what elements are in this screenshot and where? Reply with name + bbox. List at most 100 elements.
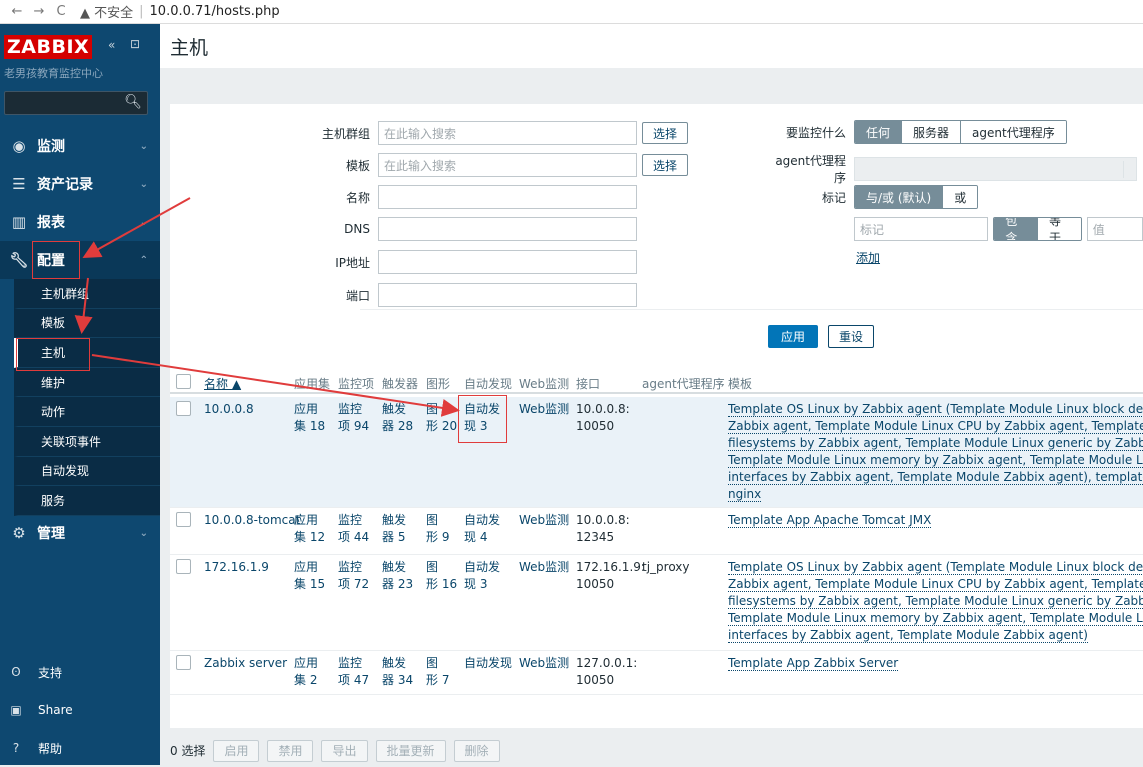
web-monitoring-link[interactable]: Web监测	[519, 512, 569, 529]
menu-share[interactable]: ▣ Share	[0, 691, 160, 729]
applications-link[interactable]: 应用集 2	[294, 655, 318, 689]
tag-name-input[interactable]: 标记	[854, 217, 989, 241]
template-link[interactable]: nginx	[728, 487, 762, 502]
items-link[interactable]: 监控项 47	[338, 655, 369, 689]
tag-value-input[interactable]: 值	[1086, 217, 1143, 241]
template-link[interactable]: Zabbix agent, Template Module Linux CPU …	[728, 419, 1143, 434]
menu-support[interactable]: ʘ 支持	[0, 653, 160, 691]
template-link[interactable]: Template App Apache Tomcat JMX	[728, 513, 932, 528]
tag-contains-option[interactable]: 包含	[994, 218, 1039, 240]
tags-andor-option[interactable]: 与/或 (默认)	[855, 186, 944, 208]
table-row: 10.0.0.8 应用集 18 监控项 94 触发器 28 图形 20 自动发现 3 Web…	[170, 397, 1143, 508]
applications-link[interactable]: 应用集 15	[294, 559, 325, 593]
host-name-link[interactable]: 10.0.0.8-tomcat	[204, 512, 300, 529]
template-select-button[interactable]: 选择	[642, 154, 689, 176]
triggers-link[interactable]: 触发器 34	[382, 655, 413, 689]
discovery-link[interactable]: 自动发现	[464, 655, 512, 672]
row-checkbox[interactable]	[176, 655, 191, 670]
tags-or-option[interactable]: 或	[943, 186, 978, 208]
row-checkbox[interactable]	[176, 512, 191, 527]
search-icon[interactable]: 🔍︎	[124, 94, 142, 110]
col-name-sort[interactable]: 名称 ▲	[204, 375, 241, 392]
applications-link[interactable]: 应用集 18	[294, 401, 325, 435]
tag-equals-option[interactable]: 等于	[1038, 218, 1081, 240]
hostgroup-select-button[interactable]: 选择	[642, 122, 689, 144]
select-all-checkbox[interactable]	[176, 374, 191, 389]
ip-input[interactable]	[378, 250, 637, 274]
enable-button[interactable]: 启用	[213, 739, 260, 762]
forward-icon[interactable]: →	[28, 4, 50, 19]
items-link[interactable]: 监控项 44	[338, 512, 369, 546]
hostgroup-input[interactable]: 在此输入搜索	[378, 121, 637, 145]
row-checkbox[interactable]	[176, 401, 191, 416]
submenu-discovery[interactable]: 自动发现	[14, 457, 160, 487]
template-link[interactable]: Template App Zabbix Server	[728, 656, 899, 671]
template-link[interactable]: Zabbix agent, Template Module Linux CPU …	[728, 577, 1143, 592]
monitor-any-option[interactable]: 任何	[855, 121, 903, 143]
host-name-link[interactable]: 10.0.0.8	[204, 401, 254, 418]
discovery-link[interactable]: 自动发现 3	[464, 401, 500, 435]
discovery-link[interactable]: 自动发现 3	[464, 559, 500, 593]
submenu-event-correlation[interactable]: 关联项事件	[14, 427, 160, 457]
delete-button[interactable]: 删除	[453, 739, 500, 762]
applications-link-line2: 集 18	[294, 419, 326, 433]
submenu-host-groups[interactable]: 主机群组	[14, 279, 160, 309]
apply-button[interactable]: 应用	[768, 325, 819, 348]
sidebar-search-input[interactable]: 🔍︎	[4, 91, 148, 115]
graphs-link[interactable]: 图形 7	[426, 655, 449, 689]
reload-icon[interactable]: C	[50, 4, 72, 19]
kiosk-mode-icon[interactable]: ⊡	[130, 37, 140, 51]
mass-update-button[interactable]: 批量更新	[375, 739, 446, 762]
triggers-link[interactable]: 触发器 28	[382, 401, 413, 435]
disable-button[interactable]: 禁用	[267, 739, 314, 762]
menu-inventory[interactable]: ☰ 资产记录 ⌄	[0, 165, 160, 203]
template-link[interactable]: Template Module Linux memory by Zabbix a…	[728, 611, 1143, 626]
graphs-link[interactable]: 图形 9	[426, 512, 449, 546]
triggers-link[interactable]: 触发器 23	[382, 559, 413, 593]
name-input[interactable]	[378, 185, 637, 209]
port-input[interactable]	[378, 283, 637, 307]
discovery-link[interactable]: 自动发现 4	[464, 512, 500, 546]
back-icon[interactable]: ←	[6, 4, 28, 19]
items-link[interactable]: 监控项 72	[338, 559, 369, 593]
menu-administration[interactable]: ⚙ 管理 ⌄	[0, 514, 160, 552]
items-link[interactable]: 监控项 94	[338, 401, 369, 435]
reset-button[interactable]: 重设	[828, 325, 875, 348]
address-bar[interactable]: 10.0.0.71/hosts.php	[150, 4, 280, 19]
zabbix-logo[interactable]: ZABBIX	[4, 35, 93, 59]
template-link[interactable]: Template Module Linux memory by Zabbix a…	[728, 453, 1143, 468]
submenu-templates[interactable]: 模板	[14, 309, 160, 339]
collapse-sidebar-icon[interactable]: «	[108, 38, 115, 52]
monitor-proxy-option[interactable]: agent代理程序	[961, 121, 1066, 143]
dns-input[interactable]	[378, 217, 637, 241]
web-monitoring-link[interactable]: Web监测	[519, 559, 569, 576]
template-link[interactable]: interfaces by Zabbix agent, Template Mod…	[728, 470, 1143, 485]
submenu-hosts[interactable]: 主机	[14, 338, 160, 368]
menu-reports[interactable]: ▥ 报表 ⌄	[0, 203, 160, 241]
insecure-badge[interactable]: ▲ 不安全	[80, 2, 133, 21]
submenu-actions[interactable]: 动作	[14, 397, 160, 427]
menu-help[interactable]: ? 帮助	[0, 729, 160, 767]
host-name-link[interactable]: Zabbix server	[204, 655, 287, 672]
menu-monitoring[interactable]: ◉ 监测 ⌄	[0, 127, 160, 165]
template-link[interactable]: filesystems by Zabbix agent, Template Mo…	[728, 436, 1143, 451]
host-name-link[interactable]: 172.16.1.9	[204, 559, 269, 576]
applications-link[interactable]: 应用集 12	[294, 512, 325, 546]
row-checkbox[interactable]	[176, 559, 191, 574]
template-link[interactable]: filesystems by Zabbix agent, Template Mo…	[728, 594, 1143, 609]
web-monitoring-link[interactable]: Web监测	[519, 655, 569, 672]
graphs-link[interactable]: 图形 16	[426, 559, 457, 593]
template-input[interactable]: 在此输入搜索	[378, 153, 637, 177]
triggers-link[interactable]: 触发器 5	[382, 512, 406, 546]
menu-configuration[interactable]: 🔧︎ 配置 ⌃	[0, 241, 160, 279]
web-monitoring-link[interactable]: Web监测	[519, 401, 569, 418]
submenu-maintenance[interactable]: 维护	[14, 368, 160, 398]
monitor-server-option[interactable]: 服务器	[902, 121, 962, 143]
export-button[interactable]: 导出	[321, 739, 368, 762]
submenu-services[interactable]: 服务	[14, 486, 160, 516]
template-link[interactable]: Template OS Linux by Zabbix agent (Templ…	[728, 402, 1143, 417]
template-link[interactable]: Template OS Linux by Zabbix agent (Templ…	[728, 560, 1143, 575]
graphs-link[interactable]: 图形 20	[426, 401, 457, 435]
add-tag-link[interactable]: 添加	[856, 249, 880, 266]
template-link[interactable]: interfaces by Zabbix agent, Template Mod…	[728, 628, 1088, 643]
